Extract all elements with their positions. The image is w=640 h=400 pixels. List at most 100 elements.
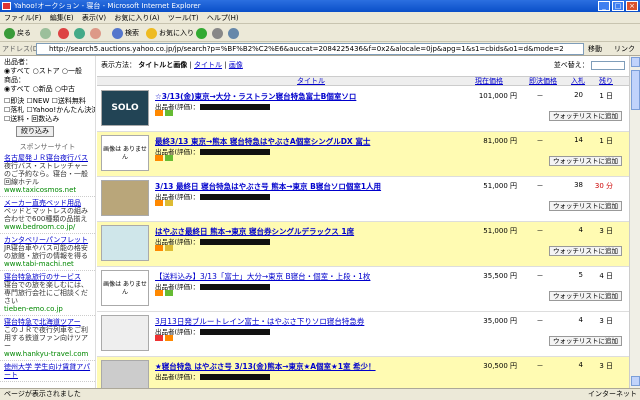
bid-count[interactable]: 4	[563, 361, 583, 369]
ad-url: www.tabi-machi.net	[4, 260, 74, 268]
cond-new-label: 新品	[38, 85, 53, 93]
item-thumbnail[interactable]	[101, 360, 149, 388]
media-button[interactable]	[196, 27, 209, 39]
refine-button[interactable]: 絞り込み	[16, 126, 54, 137]
address-bar: アドレス(D) http://search5.auctions.yahoo.co…	[0, 42, 640, 56]
add-watchlist-button[interactable]: ウォッチリストに追加	[549, 111, 622, 121]
seller-store-label: ストア	[38, 67, 60, 75]
sponsor-ad[interactable]: 徳州大学 学生向け賃貸アパート	[0, 361, 95, 382]
redacted-seller	[200, 194, 271, 200]
sponsor-ad[interactable]: 名古屋発ＪＲ寝台夜行バス 夜行バス・ストレッチャーのご予約なら。寝台・一般回線ホ…	[0, 152, 95, 197]
new-badge-icon	[155, 335, 163, 341]
ad-title[interactable]: 寝台特急で北海道ツアー	[4, 318, 91, 326]
bid-count[interactable]: 14	[563, 136, 583, 144]
forward-arrow-icon	[40, 27, 51, 39]
menu-view[interactable]: 表示(V)	[82, 14, 106, 22]
easypay-label: Yahoo!かんたん決済	[32, 106, 96, 114]
menu-file[interactable]: ファイル(F)	[4, 14, 42, 22]
item-thumbnail[interactable]	[101, 315, 149, 351]
minimize-button[interactable]: _	[598, 1, 610, 11]
forward-button[interactable]	[40, 27, 53, 39]
no-image-placeholder[interactable]: 画像は ありません	[101, 135, 149, 171]
buynow-price: －	[536, 137, 544, 145]
header-bids[interactable]: 入札	[571, 77, 585, 86]
no-image-placeholder[interactable]: 画像は ありません	[101, 270, 149, 306]
sold-label: 落札	[10, 106, 25, 114]
sponsor-ad[interactable]: メーカー直売ベッド用品 ベッドとマットレスの組み合わせで600種類の品揃え ww…	[0, 197, 95, 234]
redacted-seller	[200, 329, 271, 335]
sponsor-ad[interactable]: カンタベリーパンフレット JR寝台車やバス可能の格安の旅館・旅行の情報を得る w…	[0, 234, 95, 271]
bid-count[interactable]: 38	[563, 181, 583, 189]
header-remain[interactable]: 残り	[599, 77, 613, 86]
sponsor-ad[interactable]: 寝台特急で北海道ツアー このＪＲで夜行列車をご利用する鉄道ファン向けツアー ww…	[0, 316, 95, 361]
current-price: 101,000 円	[478, 92, 517, 100]
add-watchlist-button[interactable]: ウォッチリストに追加	[549, 291, 622, 301]
bid-count[interactable]: 4	[563, 316, 583, 324]
refresh-button[interactable]	[74, 27, 87, 39]
buynow-price: －	[536, 92, 544, 100]
sort-dropdown[interactable]	[591, 60, 625, 70]
sponsor-ad[interactable]: 寝台特急旅行のサービス 寝台での旅を楽しむには、専門旅行会社にご相談ください t…	[0, 271, 95, 316]
media-icon	[196, 27, 207, 39]
view-title-image-tab[interactable]: タイトルと画像	[138, 61, 187, 69]
view-title-tab[interactable]: タイトル	[194, 61, 222, 69]
bid-count[interactable]: 4	[563, 226, 583, 234]
ad-title[interactable]: 寝台特急旅行のサービス	[4, 273, 91, 281]
ad-url: tieben-emo.co.jp	[4, 305, 63, 313]
truck-icon	[165, 155, 173, 161]
mail-button[interactable]	[212, 27, 225, 39]
view-image-tab[interactable]: 画像	[229, 61, 243, 69]
close-button[interactable]: ×	[626, 1, 638, 11]
scroll-thumb[interactable]	[631, 70, 640, 110]
table-row: 画像は ありません 最終3/13 東京→熊本 寝台特急はやぶさA個室シングルDX…	[97, 132, 629, 177]
menu-favorites[interactable]: お気に入り(A)	[114, 14, 159, 22]
menu-help[interactable]: ヘルプ(H)	[207, 14, 239, 22]
mail-icon	[212, 27, 223, 39]
ad-title[interactable]: 徳州大学 学生向け賃貸アパート	[4, 363, 91, 379]
add-watchlist-button[interactable]: ウォッチリストに追加	[549, 156, 622, 166]
favorites-button[interactable]: お気に入り	[146, 27, 194, 39]
ad-title[interactable]: カンタベリーパンフレット	[4, 236, 91, 244]
links-button[interactable]: リンク	[614, 44, 635, 54]
header-title[interactable]: タイトル	[297, 77, 325, 86]
current-price: 35,000 円	[483, 317, 517, 325]
item-icons	[155, 109, 175, 117]
time-remaining: 3 日	[599, 317, 613, 325]
stop-button[interactable]	[58, 27, 71, 39]
back-button[interactable]: 戻る	[4, 27, 31, 39]
add-watchlist-button[interactable]: ウォッチリストに追加	[549, 336, 622, 346]
cond-all-label: すべて	[10, 85, 31, 93]
ad-url: www.bedroom.co.jp/	[4, 223, 76, 231]
ad-url: www.hankyu-travel.com	[4, 350, 89, 358]
item-thumbnail[interactable]	[101, 180, 149, 216]
menu-tools[interactable]: ツール(T)	[168, 14, 199, 22]
search-button[interactable]: 検索	[112, 27, 139, 39]
bid-count[interactable]: 20	[563, 91, 583, 99]
vertical-scrollbar[interactable]	[629, 56, 640, 388]
header-price[interactable]: 現在価格	[475, 77, 503, 86]
header-bidnow[interactable]: 即決価格	[529, 77, 557, 86]
go-button[interactable]: 移動	[588, 43, 602, 55]
print-button[interactable]	[228, 27, 241, 39]
item-thumbnail[interactable]	[101, 225, 149, 261]
add-watchlist-button[interactable]: ウォッチリストに追加	[549, 246, 622, 256]
scroll-down-arrow[interactable]	[631, 376, 640, 386]
bid-count[interactable]: 5	[563, 271, 583, 279]
title-bar: Yahoo!オークション - 寝台 - Microsoft Internet E…	[0, 0, 640, 12]
add-watchlist-button[interactable]: ウォッチリストに追加	[549, 201, 622, 211]
home-button[interactable]	[90, 27, 103, 39]
results-header: タイトル 現在価格 即決価格 入札 残り	[97, 76, 629, 86]
truck-icon	[165, 290, 173, 296]
item-icons	[155, 154, 175, 162]
ad-title[interactable]: メーカー直売ベッド用品	[4, 199, 91, 207]
ad-desc: 夜行バス・ストレッチャーのご予約なら。寝台・一般回線ホテル	[4, 162, 88, 186]
maximize-button[interactable]: □	[612, 1, 624, 11]
ad-title[interactable]: 名古屋発ＪＲ寝台夜行バス	[4, 154, 91, 162]
item-thumbnail[interactable]: SOLO	[101, 90, 149, 126]
freeship-label: 送料無料	[57, 97, 86, 105]
address-input[interactable]: http://search5.auctions.yahoo.co.jp/jp/s…	[36, 43, 584, 55]
browser-window: Yahoo!オークション - 寝台 - Microsoft Internet E…	[0, 0, 640, 400]
menu-edit[interactable]: 編集(E)	[50, 14, 74, 22]
item-icons	[155, 334, 175, 342]
scroll-up-arrow[interactable]	[631, 57, 640, 67]
